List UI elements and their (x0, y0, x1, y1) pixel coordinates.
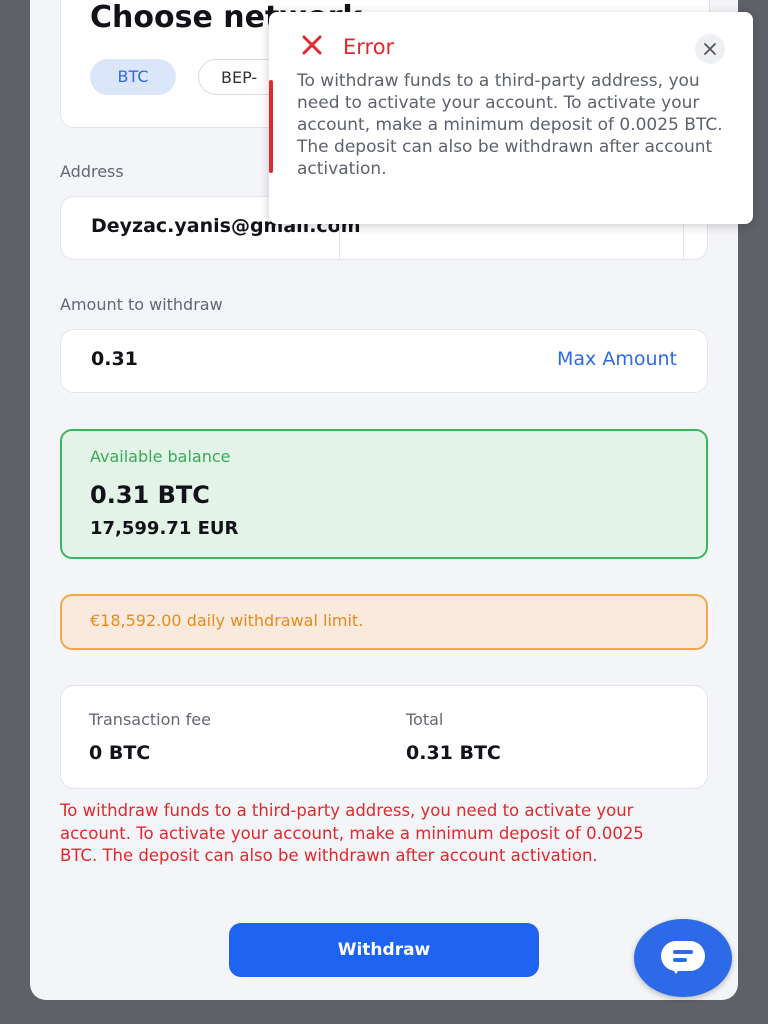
fee-label: Transaction fee (89, 710, 211, 729)
close-icon (704, 43, 716, 55)
total-value: 0.31 BTC (406, 742, 501, 764)
total-label: Total (406, 710, 444, 729)
toast-body: To withdraw funds to a third-party addre… (297, 71, 723, 179)
toast-close-button[interactable] (695, 34, 725, 64)
amount-value[interactable]: 0.31 (91, 348, 138, 370)
toast-accent-bar (269, 80, 273, 173)
balance-label: Available balance (90, 447, 231, 466)
available-balance-box: Available balance 0.31 BTC 17,599.71 EUR (60, 429, 708, 559)
balance-eur: 17,599.71 EUR (90, 518, 239, 539)
amount-field[interactable]: 0.31 Max Amount (60, 329, 708, 393)
error-message: To withdraw funds to a third-party addre… (60, 801, 644, 865)
network-chip-btc[interactable]: BTC (90, 59, 176, 95)
address-label: Address (60, 162, 124, 181)
withdraw-button[interactable]: Withdraw (229, 923, 539, 977)
fee-value: 0 BTC (89, 742, 151, 764)
fee-summary: Transaction fee 0 BTC Total 0.31 BTC (60, 685, 708, 789)
error-x-icon (302, 35, 322, 55)
amount-label: Amount to withdraw (60, 295, 223, 314)
max-amount-button[interactable]: Max Amount (557, 348, 677, 370)
chat-button[interactable] (634, 919, 732, 997)
error-toast: Error To withdraw funds to a third-party… (269, 12, 753, 224)
chat-icon (661, 941, 705, 971)
withdrawal-limit-notice: €18,592.00 daily withdrawal limit. (60, 594, 708, 650)
limit-text: €18,592.00 daily withdrawal limit. (90, 611, 364, 630)
toast-title: Error (343, 35, 395, 59)
balance-btc: 0.31 BTC (90, 481, 210, 509)
